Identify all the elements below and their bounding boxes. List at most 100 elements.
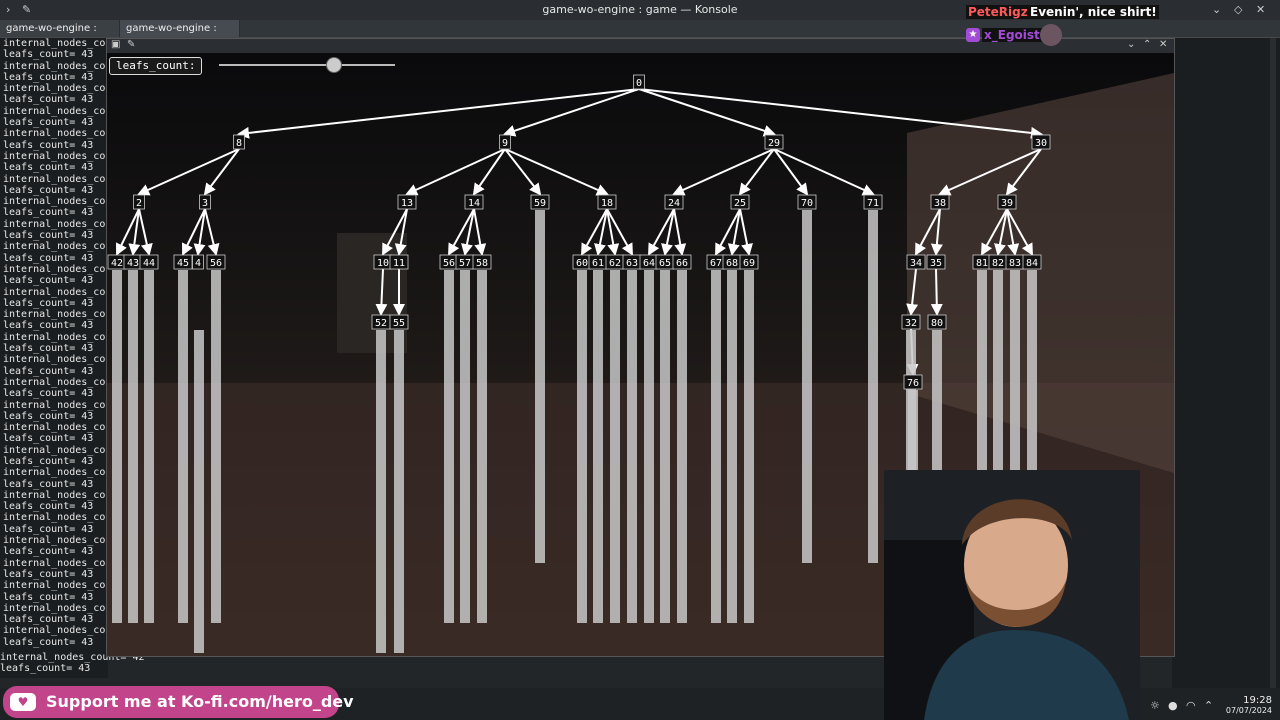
svg-text:61: 61 xyxy=(592,258,604,269)
tree-node: 4 xyxy=(192,254,204,270)
svg-text:11: 11 xyxy=(393,258,405,269)
maximize-icon[interactable]: ◇ xyxy=(1234,3,1242,16)
leafs-count-slider-track[interactable] xyxy=(219,64,395,66)
svg-text:39: 39 xyxy=(1001,198,1013,209)
svg-text:68: 68 xyxy=(726,258,738,269)
svg-text:76: 76 xyxy=(907,378,919,389)
terminal-line: internal_nodes_co xyxy=(3,241,106,253)
tree-node: 80 xyxy=(927,314,947,330)
terminal-line: leafs_count= 43 xyxy=(3,523,94,535)
svg-text:34: 34 xyxy=(910,258,922,269)
webcam-feed xyxy=(884,470,1140,720)
terminal-line: leafs_count= 43 xyxy=(3,162,94,174)
pin-icon[interactable]: ✎ xyxy=(127,39,135,50)
svg-text:42: 42 xyxy=(111,258,123,269)
tab-nvim[interactable]: game-wo-engine : nvim× xyxy=(0,20,120,51)
tab-bar: game-wo-engine : nvim× game-wo-engine : … xyxy=(0,20,1280,51)
terminal-scrollbar[interactable] xyxy=(1270,38,1276,688)
leaf-bit-column xyxy=(711,270,721,623)
svg-text:52: 52 xyxy=(375,318,387,329)
svg-text:13: 13 xyxy=(401,198,413,209)
tab-game[interactable]: game-wo-engine : game× xyxy=(120,20,240,51)
terminal-line: leafs_count= 43 xyxy=(3,252,94,264)
tree-node: 70 xyxy=(797,194,817,210)
svg-text:83: 83 xyxy=(1009,258,1021,269)
leaf-bit-column xyxy=(802,210,812,563)
tree-node-root: 0 xyxy=(633,74,645,90)
leaf-bit-column xyxy=(660,270,670,623)
kofi-heart-icon: ♥ xyxy=(10,693,36,711)
terminal-line: internal_nodes_co xyxy=(3,150,106,162)
terminal-line: leafs_count= 43 xyxy=(3,297,94,309)
leaf-bit-column xyxy=(460,270,470,623)
close-icon[interactable]: ✕ xyxy=(1256,3,1265,16)
tree-node: 55 xyxy=(389,314,409,330)
terminal-line: internal_nodes_co xyxy=(3,422,106,434)
terminal-line: leafs_count= 43 xyxy=(3,275,94,287)
microphone-icon[interactable]: ● xyxy=(1168,699,1178,712)
svg-text:63: 63 xyxy=(626,258,638,269)
tree-node: 34 xyxy=(906,254,926,270)
terminal-line: leafs_count= 43 xyxy=(3,365,94,377)
leaf-bit-column xyxy=(868,210,878,563)
tray-expand-icon[interactable]: ⌃ xyxy=(1204,699,1213,712)
tree-node: 60 xyxy=(572,254,592,270)
tree-node: 69 xyxy=(739,254,759,270)
svg-text:64: 64 xyxy=(643,258,655,269)
clock[interactable]: 19:28 07/07/2024 xyxy=(1220,696,1272,716)
svg-text:81: 81 xyxy=(976,258,988,269)
terminal-line: leafs_count= 43 xyxy=(3,388,94,400)
clock-date: 07/07/2024 xyxy=(1225,706,1272,715)
svg-text:67: 67 xyxy=(710,258,722,269)
terminal-line: internal_nodes_co xyxy=(3,286,106,298)
tree-node: 39 xyxy=(997,194,1017,210)
brightness-icon[interactable]: ☼ xyxy=(1150,699,1160,712)
kofi-text: Support me at Ko-fi.com/hero_dev xyxy=(46,692,354,711)
tree-node: 30 xyxy=(1031,134,1051,150)
terminal-line: internal_nodes_co xyxy=(3,376,106,388)
terminal-line: leafs_count= 43 xyxy=(3,636,94,648)
svg-text:35: 35 xyxy=(930,258,942,269)
svg-text:71: 71 xyxy=(867,198,879,209)
close-icon[interactable]: ✕ xyxy=(1159,39,1167,50)
clock-time: 19:28 xyxy=(1243,695,1272,706)
minimize-icon[interactable]: ⌄ xyxy=(1212,3,1221,16)
tree-node: 11 xyxy=(389,254,409,270)
tree-node: 56 xyxy=(439,254,459,270)
terminal-line: leafs_count= 43 xyxy=(3,501,94,513)
tree-node: 83 xyxy=(1005,254,1025,270)
leaf-bit-column xyxy=(627,270,637,623)
terminal-line: leafs_count= 43 xyxy=(3,410,94,422)
terminal-line: internal_nodes_co xyxy=(3,196,106,208)
terminal-output[interactable]: internal_nodes_co leafs_count= 43 internal… xyxy=(0,38,108,678)
terminal-line: internal_nodes_co xyxy=(3,535,106,547)
chat-message: Evenin', nice shirt! xyxy=(1028,5,1159,19)
svg-text:69: 69 xyxy=(743,258,755,269)
svg-text:60: 60 xyxy=(576,258,588,269)
terminal-line: leafs_count= 43 xyxy=(3,49,94,61)
terminal-line: leafs_count= 43 xyxy=(3,230,94,242)
svg-text:14: 14 xyxy=(468,198,480,209)
tree-node: 66 xyxy=(672,254,692,270)
terminal-line: internal_nodes_co xyxy=(3,105,106,117)
svg-text:57: 57 xyxy=(459,258,471,269)
tree-node: 44 xyxy=(139,254,159,270)
tree-node: 62 xyxy=(605,254,625,270)
terminal-line: leafs_count= 43 xyxy=(3,94,94,106)
leaf-bit-column xyxy=(744,270,754,623)
maximize-icon[interactable]: ⌃ xyxy=(1143,39,1151,50)
svg-text:0: 0 xyxy=(636,78,642,89)
tree-node: 81 xyxy=(972,254,992,270)
tree-node: 14 xyxy=(464,194,484,210)
tree-node: 64 xyxy=(639,254,659,270)
tree-node: 24 xyxy=(664,194,684,210)
minimize-icon[interactable]: ⌄ xyxy=(1127,39,1135,50)
svg-text:38: 38 xyxy=(934,198,946,209)
terminal-line: internal_nodes_co xyxy=(3,580,106,592)
terminal-line: internal_nodes_co xyxy=(3,399,106,411)
terminal-line: internal_nodes_co xyxy=(3,60,106,72)
chat-username: PeteRigz xyxy=(966,5,1030,19)
tree-node: 84 xyxy=(1022,254,1042,270)
svg-text:24: 24 xyxy=(668,198,680,209)
wifi-icon[interactable]: ◠ xyxy=(1186,699,1196,712)
